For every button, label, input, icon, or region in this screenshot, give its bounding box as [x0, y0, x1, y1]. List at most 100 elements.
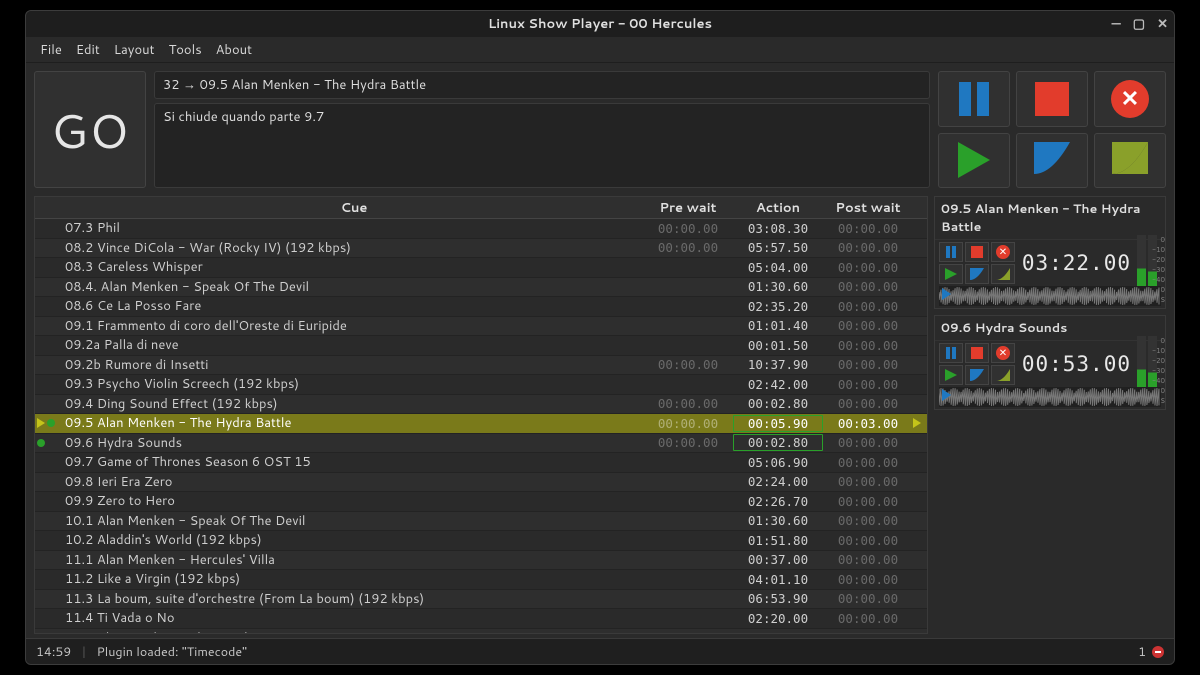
- cue-name: 11.3 La boum, suite d'orchestre (From La…: [65, 590, 643, 608]
- stop-all-button[interactable]: [1016, 71, 1088, 127]
- cue-postwait: 00:00.00: [823, 221, 913, 236]
- window-title: Linux Show Player - 00 Hercules: [488, 15, 712, 33]
- cue-prewait: 00:00.00: [643, 416, 733, 431]
- running-fadeout-button[interactable]: [965, 264, 989, 284]
- waveform[interactable]: [939, 286, 1161, 306]
- running-play-button[interactable]: [939, 365, 963, 385]
- waveform[interactable]: [939, 387, 1161, 407]
- col-cue[interactable]: Cue: [65, 199, 643, 217]
- cue-row[interactable]: 08.4. Alan Menken - Speak Of The Devil01…: [35, 278, 927, 298]
- cue-postwait: 00:00.00: [823, 455, 913, 470]
- cue-action: 02:35.20: [733, 299, 823, 314]
- play-marker-icon: [37, 418, 45, 428]
- cue-postwait: 00:00.00: [823, 552, 913, 567]
- cue-row[interactable]: 09.4 Ding Sound Effect (192 kbps)00:00.0…: [35, 395, 927, 415]
- running-play-button[interactable]: [939, 264, 963, 284]
- cue-row[interactable]: 11.6 Alan Menken - The Prophecy00:54.000…: [35, 629, 927, 634]
- go-button[interactable]: GO: [34, 71, 146, 188]
- cue-row[interactable]: 08.6 Ce La Posso Fare02:35.2000:00.00: [35, 297, 927, 317]
- cue-name: 08.6 Ce La Posso Fare: [65, 297, 643, 315]
- cue-row[interactable]: 07.3 Phil00:00.0003:08.3000:00.00: [35, 219, 927, 239]
- cue-row[interactable]: 09.9 Zero to Hero02:26.7000:00.00: [35, 492, 927, 512]
- col-pre[interactable]: Pre wait: [643, 199, 733, 217]
- cue-row[interactable]: 08.2 Vince DiCola - War (Rocky IV) (192 …: [35, 239, 927, 259]
- running-stop-button[interactable]: [965, 343, 989, 363]
- cue-action: 05:57.50: [733, 240, 823, 255]
- cue-row[interactable]: 08.3 Careless Whisper05:04.0000:00.00: [35, 258, 927, 278]
- menu-layout[interactable]: Layout: [114, 41, 155, 59]
- col-post[interactable]: Post wait: [823, 199, 913, 217]
- pause-all-button[interactable]: [938, 71, 1010, 127]
- running-cue-time: 00:53.00: [1019, 352, 1135, 376]
- current-cue-panel: 32 → 09.5 Alan Menken - The Hydra Battle…: [154, 71, 930, 188]
- cue-rows[interactable]: 07.3 Phil00:00.0003:08.3000:00.0008.2 Vi…: [35, 219, 927, 633]
- cue-name: 09.2b Rumore di Insetti: [65, 356, 643, 374]
- cue-postwait: 00:00.00: [823, 318, 913, 333]
- fadein-icon: [1110, 140, 1150, 181]
- error-indicator-icon[interactable]: [1152, 646, 1164, 658]
- fadeout-button[interactable]: [1016, 133, 1088, 189]
- active-dot-icon: [37, 439, 45, 447]
- cancel-icon: ✕: [1111, 80, 1149, 118]
- fadein-button[interactable]: [1094, 133, 1166, 189]
- running-stop-button[interactable]: [965, 242, 989, 262]
- cue-action: 02:24.00: [733, 474, 823, 489]
- cue-action: 01:01.40: [733, 318, 823, 333]
- cue-row[interactable]: 11.4 Ti Vada o No02:20.0000:00.00: [35, 609, 927, 629]
- title-bar: Linux Show Player - 00 Hercules — ▢ ✕: [26, 11, 1174, 37]
- running-pause-button[interactable]: [939, 343, 963, 363]
- maximize-icon[interactable]: ▢: [1133, 18, 1145, 31]
- cue-name: 10.1 Alan Menken - Speak Of The Devil: [65, 512, 643, 530]
- menu-edit[interactable]: Edit: [76, 41, 100, 59]
- cue-name: 07.3 Phil: [65, 219, 643, 237]
- menu-bar: File Edit Layout Tools About: [26, 37, 1174, 63]
- cancel-all-button[interactable]: ✕: [1094, 71, 1166, 127]
- current-cue-header: 32 → 09.5 Alan Menken - The Hydra Battle: [154, 71, 930, 99]
- minimize-icon[interactable]: —: [1111, 18, 1120, 31]
- cue-row[interactable]: 09.5 Alan Menken - The Hydra Battle00:00…: [35, 414, 927, 434]
- cue-row[interactable]: 09.6 Hydra Sounds00:00.0000:02.8000:00.0…: [35, 434, 927, 454]
- cue-name: 09.2a Palla di neve: [65, 336, 643, 354]
- col-action[interactable]: Action: [733, 199, 823, 217]
- cue-action: 05:04.00: [733, 260, 823, 275]
- running-cancel-button[interactable]: ✕: [991, 242, 1015, 262]
- cue-row[interactable]: 09.2b Rumore di Insetti00:00.0010:37.900…: [35, 356, 927, 376]
- running-fadein-button[interactable]: [991, 365, 1015, 385]
- menu-file[interactable]: File: [40, 41, 62, 59]
- cue-row[interactable]: 09.3 Psycho Violin Screech (192 kbps)02:…: [35, 375, 927, 395]
- play-icon: [958, 142, 990, 178]
- cue-name: 11.1 Alan Menken - Hercules' Villa: [65, 551, 643, 569]
- running-cue-time: 03:22.00: [1019, 251, 1135, 275]
- cue-name: 09.4 Ding Sound Effect (192 kbps): [65, 395, 643, 413]
- cue-name: 10.2 Aladdin's World (192 kbps): [65, 531, 643, 549]
- running-cancel-button[interactable]: ✕: [991, 343, 1015, 363]
- go-button-label: GO: [51, 96, 130, 164]
- status-count: 1: [1138, 643, 1146, 661]
- current-cue-note: Si chiude quando parte 9.7: [154, 103, 930, 188]
- cue-row[interactable]: 11.1 Alan Menken - Hercules' Villa00:37.…: [35, 551, 927, 571]
- cue-action: 01:51.80: [733, 533, 823, 548]
- close-icon[interactable]: ✕: [1157, 18, 1168, 31]
- cue-row[interactable]: 11.3 La boum, suite d'orchestre (From La…: [35, 590, 927, 610]
- running-pause-button[interactable]: [939, 242, 963, 262]
- cue-postwait: 00:00.00: [823, 240, 913, 255]
- cue-row[interactable]: 09.7 Game of Thrones Season 6 OST 1505:0…: [35, 453, 927, 473]
- menu-tools[interactable]: Tools: [169, 41, 202, 59]
- running-cue-title: 09.6 Hydra Sounds: [935, 316, 1165, 341]
- cue-row[interactable]: 10.2 Aladdin's World (192 kbps)01:51.800…: [35, 531, 927, 551]
- cue-action: 02:20.00: [733, 611, 823, 626]
- cue-name: 09.7 Game of Thrones Season 6 OST 15: [65, 453, 643, 471]
- cue-row[interactable]: 09.1 Frammento di coro dell'Oreste di Eu…: [35, 317, 927, 337]
- fadeout-icon: [1032, 140, 1072, 181]
- running-fadeout-button[interactable]: [965, 365, 989, 385]
- cue-row[interactable]: 11.2 Like a Virgin (192 kbps)04:01.1000:…: [35, 570, 927, 590]
- play-button[interactable]: [938, 133, 1010, 189]
- cue-row[interactable]: 09.2a Palla di neve00:01.5000:00.00: [35, 336, 927, 356]
- cue-postwait: 00:00.00: [823, 572, 913, 587]
- cue-postwait: 00:00.00: [823, 279, 913, 294]
- running-fadein-button[interactable]: [991, 264, 1015, 284]
- menu-about[interactable]: About: [216, 41, 252, 59]
- cue-row[interactable]: 09.8 Ieri Era Zero02:24.0000:00.00: [35, 473, 927, 493]
- cue-row[interactable]: 10.1 Alan Menken - Speak Of The Devil01:…: [35, 512, 927, 532]
- cue-postwait: 00:00.00: [823, 377, 913, 392]
